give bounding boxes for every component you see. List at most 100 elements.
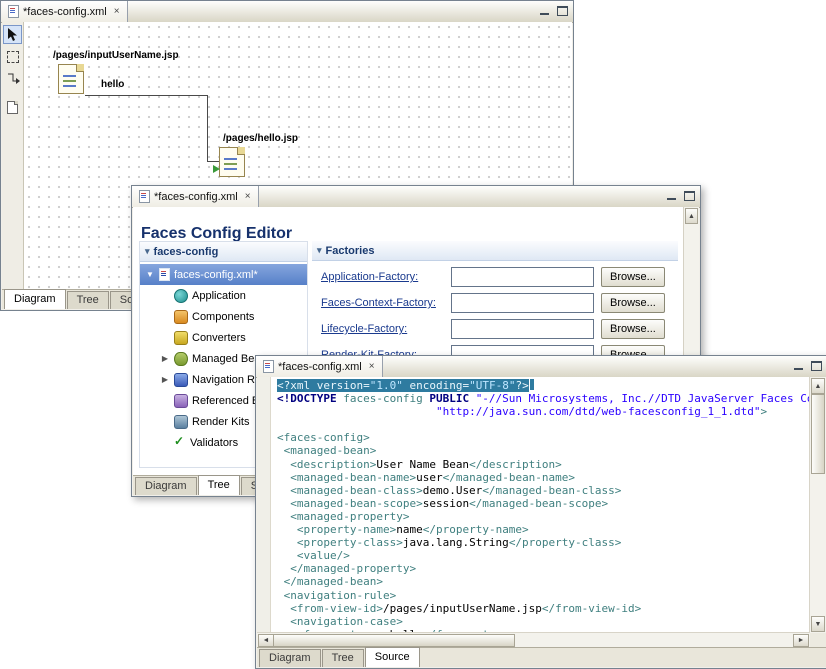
code-line: <property-name>name</property-name> xyxy=(277,523,809,536)
tab-title: *faces-config.xml xyxy=(278,361,362,373)
view-tab-source[interactable]: Source xyxy=(365,647,420,667)
window-source-editor: *faces-config.xml × <?xml version="1.0" … xyxy=(255,355,826,669)
close-icon[interactable]: × xyxy=(245,191,251,202)
factory-input-application-factory[interactable] xyxy=(451,267,594,287)
code-line: </managed-property> xyxy=(277,562,809,575)
editor-tab-bar: *faces-config.xml × xyxy=(132,186,700,208)
browse-button[interactable]: Browse... xyxy=(601,319,665,339)
marquee-tool-button[interactable] xyxy=(3,47,22,66)
text-caret xyxy=(530,379,534,390)
xml-file-icon xyxy=(8,5,19,18)
code-area[interactable]: <?xml version="1.0" encoding="UTF-8"?><!… xyxy=(271,377,809,633)
maximize-icon[interactable] xyxy=(810,360,823,372)
converters-icon xyxy=(174,331,188,345)
section-title: Factories xyxy=(326,245,375,257)
factory-link-faces-context-factory[interactable]: Faces-Context-Factory: xyxy=(321,297,451,309)
code-line: <value/> xyxy=(277,549,809,562)
desktop: *faces-config.xml × xyxy=(0,0,826,667)
editor-tab-bar: *faces-config.xml × xyxy=(1,1,573,23)
expander-icon[interactable]: ▶ xyxy=(160,375,170,384)
browse-button[interactable]: Browse... xyxy=(601,267,665,287)
code-line: <faces-config> xyxy=(277,431,809,444)
connection-line[interactable] xyxy=(207,161,219,162)
minimize-icon[interactable] xyxy=(538,5,551,17)
render-kits-icon xyxy=(174,415,188,429)
scroll-up-icon[interactable] xyxy=(811,378,825,394)
vertical-scrollbar[interactable] xyxy=(809,377,826,633)
view-tab-tree[interactable]: Tree xyxy=(322,649,364,667)
components-icon xyxy=(174,310,188,324)
maximize-icon[interactable] xyxy=(683,190,696,202)
close-icon[interactable]: × xyxy=(369,361,375,372)
factory-row: Application-Factory: Browse... xyxy=(321,267,678,287)
code-line: <managed-bean-name>user</managed-bean-na… xyxy=(277,471,809,484)
select-tool-button[interactable] xyxy=(3,25,22,44)
maximize-icon[interactable] xyxy=(556,5,569,17)
scrollbar-corner xyxy=(810,633,826,648)
scrollbar-thumb[interactable] xyxy=(273,634,515,647)
scrollbar-thumb[interactable] xyxy=(811,394,825,474)
tree-item-label: Converters xyxy=(192,332,246,344)
tree-item-label: Render Kits xyxy=(192,416,249,428)
code-line: <!DOCTYPE faces-config PUBLIC "-//Sun Mi… xyxy=(277,392,809,405)
factory-link-lifecycle-factory[interactable]: Lifecycle-Factory: xyxy=(321,323,451,335)
scroll-down-icon[interactable] xyxy=(811,616,825,632)
navigation-link-label[interactable]: hello xyxy=(101,79,124,90)
managed-beans-icon xyxy=(174,352,188,366)
view-tab-diagram[interactable]: Diagram xyxy=(135,477,197,495)
code-line: <property-class>java.lang.String</proper… xyxy=(277,536,809,549)
validators-icon xyxy=(174,437,186,449)
page-node-input-user-name[interactable] xyxy=(58,64,84,94)
factory-link-application-factory[interactable]: Application-Factory: xyxy=(321,271,451,283)
expander-icon[interactable]: ▶ xyxy=(160,354,170,363)
browse-button[interactable]: Browse... xyxy=(601,293,665,313)
view-tab-diagram[interactable]: Diagram xyxy=(4,289,66,309)
editor-tab[interactable]: *faces-config.xml × xyxy=(132,186,259,207)
view-tab-tree[interactable]: Tree xyxy=(198,475,240,495)
scroll-up-icon[interactable] xyxy=(685,208,698,224)
view-tab-diagram[interactable]: Diagram xyxy=(259,649,321,667)
expander-icon[interactable] xyxy=(145,270,155,279)
scroll-left-icon[interactable] xyxy=(258,634,274,647)
tree-item-label: Application xyxy=(192,290,246,302)
new-page-tool-button[interactable] xyxy=(3,98,22,117)
tree-item-components[interactable]: Components xyxy=(140,306,307,327)
tree-root-item[interactable]: faces-config.xml* xyxy=(140,264,307,285)
section-header[interactable]: Factories xyxy=(312,241,678,261)
code-line: <managed-bean-scope>session</managed-bea… xyxy=(277,497,809,510)
connection-tool-button[interactable] xyxy=(3,69,22,88)
tree-item-converters[interactable]: Converters xyxy=(140,327,307,348)
close-icon[interactable]: × xyxy=(114,6,120,17)
view-tab-bar: DiagramTreeSource xyxy=(257,647,826,667)
scroll-right-icon[interactable] xyxy=(793,634,809,647)
code-line: </managed-bean> xyxy=(277,575,809,588)
factory-input-lifecycle-factory[interactable] xyxy=(451,319,594,339)
marker-bar xyxy=(257,377,271,633)
referenced-beans-icon xyxy=(174,394,188,408)
xml-file-icon xyxy=(263,360,274,373)
navigation-rules-icon xyxy=(174,373,188,387)
editor-tab[interactable]: *faces-config.xml × xyxy=(1,1,128,22)
horizontal-scrollbar[interactable] xyxy=(257,632,810,648)
connection-line[interactable] xyxy=(85,95,207,96)
code-line: <from-view-id>/pages/inputUserName.jsp</… xyxy=(277,602,809,615)
code-line xyxy=(277,418,809,431)
page-node-hello[interactable] xyxy=(219,147,245,177)
connection-line[interactable] xyxy=(207,95,208,161)
page-node-label: /pages/inputUserName.jsp xyxy=(53,50,179,61)
connection-icon xyxy=(6,72,20,85)
section-header[interactable]: faces-config xyxy=(140,242,307,262)
marquee-icon xyxy=(7,51,19,63)
tree-item-application[interactable]: Application xyxy=(140,285,307,306)
application-icon xyxy=(174,289,188,303)
view-tab-tree[interactable]: Tree xyxy=(67,291,109,309)
section-collapse-icon xyxy=(317,245,322,256)
factory-input-faces-context-factory[interactable] xyxy=(451,293,594,313)
minimize-icon[interactable] xyxy=(792,360,805,372)
tab-title: *faces-config.xml xyxy=(154,191,238,203)
code-line: <description>User Name Bean</description… xyxy=(277,458,809,471)
editor-tab[interactable]: *faces-config.xml × xyxy=(256,356,383,377)
factory-row: Faces-Context-Factory: Browse... xyxy=(321,293,678,313)
factory-row: Lifecycle-Factory: Browse... xyxy=(321,319,678,339)
minimize-icon[interactable] xyxy=(665,190,678,202)
